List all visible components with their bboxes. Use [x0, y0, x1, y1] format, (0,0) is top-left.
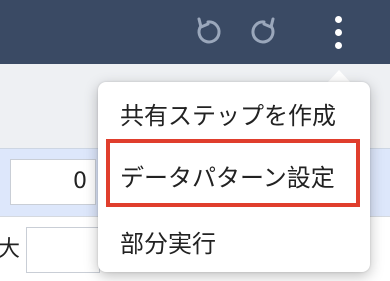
- more-menu-button[interactable]: [320, 14, 356, 50]
- undo-button[interactable]: [190, 14, 226, 50]
- more-vertical-icon: [320, 14, 356, 50]
- undo-icon: [197, 17, 221, 44]
- menu-item-partial-run[interactable]: 部分実行: [98, 210, 370, 272]
- kebab-dot: [335, 29, 342, 36]
- kebab-dot: [335, 16, 342, 23]
- value-input[interactable]: 0: [10, 159, 96, 205]
- kebab-dot: [335, 42, 342, 49]
- redo-button[interactable]: [246, 14, 282, 50]
- menu-item-data-pattern-settings[interactable]: データパターン設定: [98, 144, 370, 206]
- value-input[interactable]: [26, 227, 100, 273]
- menu-item-create-shared-step[interactable]: 共有ステップを作成: [98, 82, 370, 144]
- row-label: 大: [0, 237, 21, 262]
- redo-icon: [251, 17, 275, 44]
- context-menu: 共有ステップを作成 データパターン設定 部分実行: [98, 82, 370, 272]
- top-toolbar: [0, 0, 390, 64]
